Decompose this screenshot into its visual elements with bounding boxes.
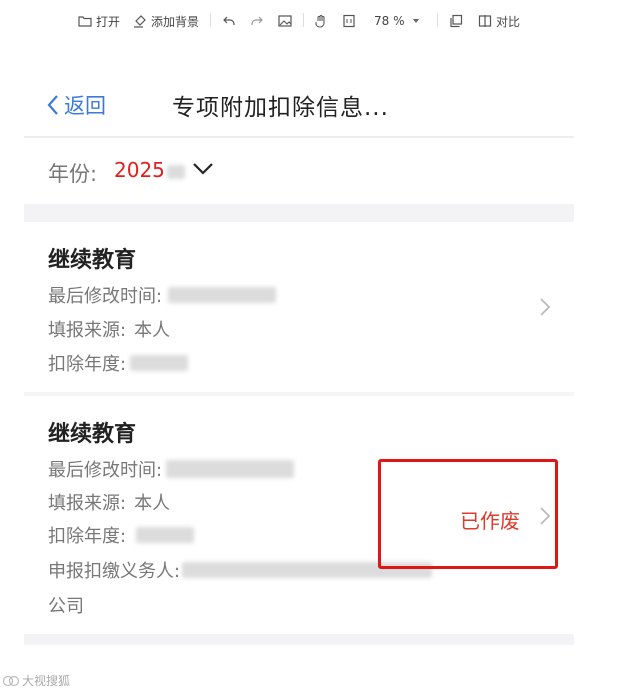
compare-icon — [478, 15, 492, 27]
redacted-text — [166, 460, 295, 478]
image-button[interactable] — [278, 12, 292, 30]
open-label: 打开 — [96, 14, 121, 29]
source-label: 填报来源: — [48, 320, 127, 341]
deduction-year-label: 扣除年度: — [48, 526, 127, 547]
annotation-highlight-box — [378, 459, 558, 569]
redacted-text — [130, 355, 189, 371]
year-value-text: 2025 — [114, 158, 165, 182]
hand-icon — [315, 14, 325, 28]
viewer-toolbar: 打开 添加背景 78 % 对比 — [0, 0, 631, 40]
undo-button[interactable] — [222, 12, 236, 30]
chevron-right-icon — [540, 298, 551, 316]
year-label: 年份: — [48, 162, 98, 186]
deduction-year-row: 扣除年度: — [48, 350, 189, 376]
redo-button[interactable] — [250, 12, 264, 30]
page-title: 专项附加扣除信息... — [172, 95, 389, 121]
compare-label: 对比 — [496, 14, 521, 29]
add-background-label: 添加背景 — [151, 14, 200, 29]
withholder-label: 申报扣缴义务人: — [48, 561, 181, 582]
deduction-year-row: 扣除年度: — [48, 522, 195, 548]
chevron-left-icon — [47, 95, 58, 115]
zoom-dropdown[interactable]: 78 % — [374, 12, 419, 30]
paint-bucket-icon — [134, 15, 146, 28]
source-value: 本人 — [134, 320, 171, 341]
modified-time-label: 最后修改时间: — [48, 460, 163, 481]
chevron-down-icon — [412, 19, 419, 23]
modified-time-row: 最后修改时间: — [48, 282, 277, 308]
fit-page-icon — [343, 14, 355, 28]
back-label: 返回 — [64, 94, 106, 118]
copy-icon — [450, 14, 463, 28]
hand-tool-button[interactable] — [314, 12, 328, 30]
folder-icon — [78, 16, 92, 27]
card-title: 继续教育 — [48, 422, 137, 447]
fit-page-button[interactable] — [342, 12, 356, 30]
copy-button[interactable] — [449, 12, 463, 30]
source-value: 本人 — [134, 493, 171, 514]
redo-icon — [251, 16, 263, 25]
undo-icon — [223, 16, 235, 25]
year-value: 2025 — [114, 158, 185, 182]
add-background-button[interactable]: 添加背景 — [133, 12, 199, 30]
zoom-value: 78 % — [374, 14, 405, 28]
chevron-down-icon — [193, 163, 213, 175]
card-title: 继续教育 — [48, 248, 137, 273]
watermark: 大视搜狐 — [2, 672, 70, 689]
section-divider — [24, 204, 574, 222]
bottom-divider — [24, 634, 574, 645]
modified-time-row: 最后修改时间: — [48, 456, 295, 482]
toolbar-divider — [303, 13, 304, 27]
watermark-logo-icon — [2, 675, 20, 686]
source-row: 填报来源: 本人 — [48, 316, 170, 342]
image-icon — [278, 15, 292, 27]
source-label: 填报来源: — [48, 493, 127, 514]
deduction-year-label: 扣除年度: — [48, 354, 127, 375]
watermark-text: 大视搜狐 — [22, 674, 71, 688]
withholder-row: 申报扣缴义务人: — [48, 557, 433, 583]
compare-button[interactable]: 对比 — [478, 12, 520, 30]
toolbar-divider — [210, 13, 211, 27]
year-selector[interactable]: 年份: 2025 — [24, 138, 574, 202]
modified-time-label: 最后修改时间: — [48, 286, 163, 307]
toolbar-divider — [437, 13, 438, 27]
withholder-suffix: 公司 — [48, 592, 84, 618]
redacted-text — [136, 527, 195, 543]
redacted-text — [168, 287, 277, 303]
back-button[interactable]: 返回 — [46, 90, 106, 120]
source-row: 填报来源: 本人 — [48, 489, 170, 515]
redacted-text — [166, 164, 185, 179]
deduction-card[interactable]: 继续教育 最后修改时间: 填报来源: 本人 扣除年度: — [24, 222, 574, 392]
navigation-bar: 返回 专项附加扣除信息... — [24, 70, 574, 138]
withholder-suffix-text: 公司 — [48, 596, 84, 617]
open-button[interactable]: 打开 — [78, 12, 120, 30]
